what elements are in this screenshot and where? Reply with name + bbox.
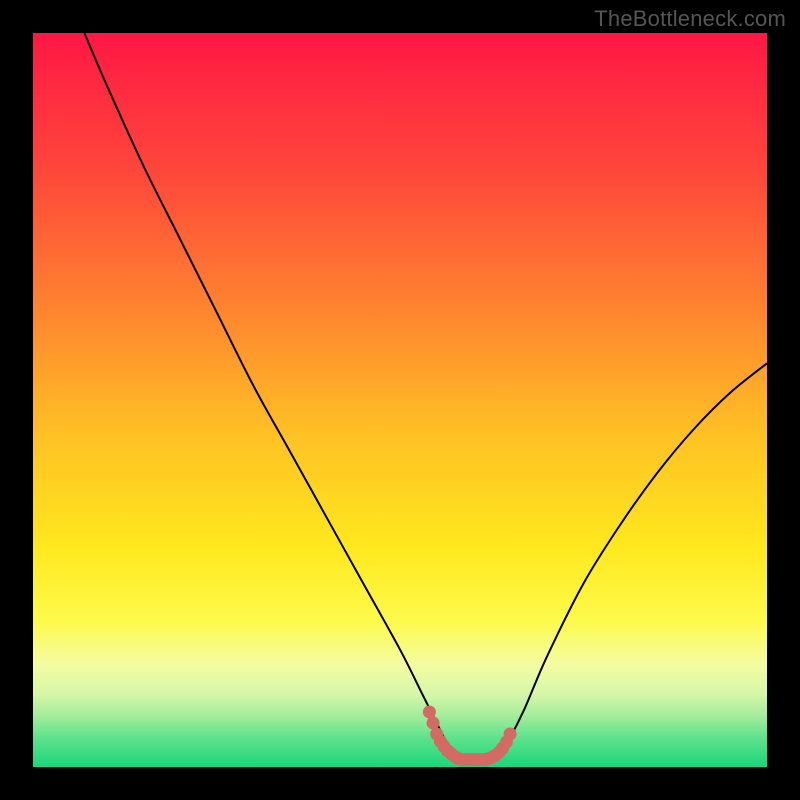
gradient-background	[33, 33, 767, 767]
chart-container: TheBottleneck.com	[0, 0, 800, 800]
watermark-text: TheBottleneck.com	[594, 6, 786, 32]
marker-dot	[427, 716, 440, 729]
chart-svg	[33, 33, 767, 767]
plot-area	[33, 33, 767, 767]
marker-dot	[504, 727, 517, 740]
marker-dot	[423, 705, 436, 718]
